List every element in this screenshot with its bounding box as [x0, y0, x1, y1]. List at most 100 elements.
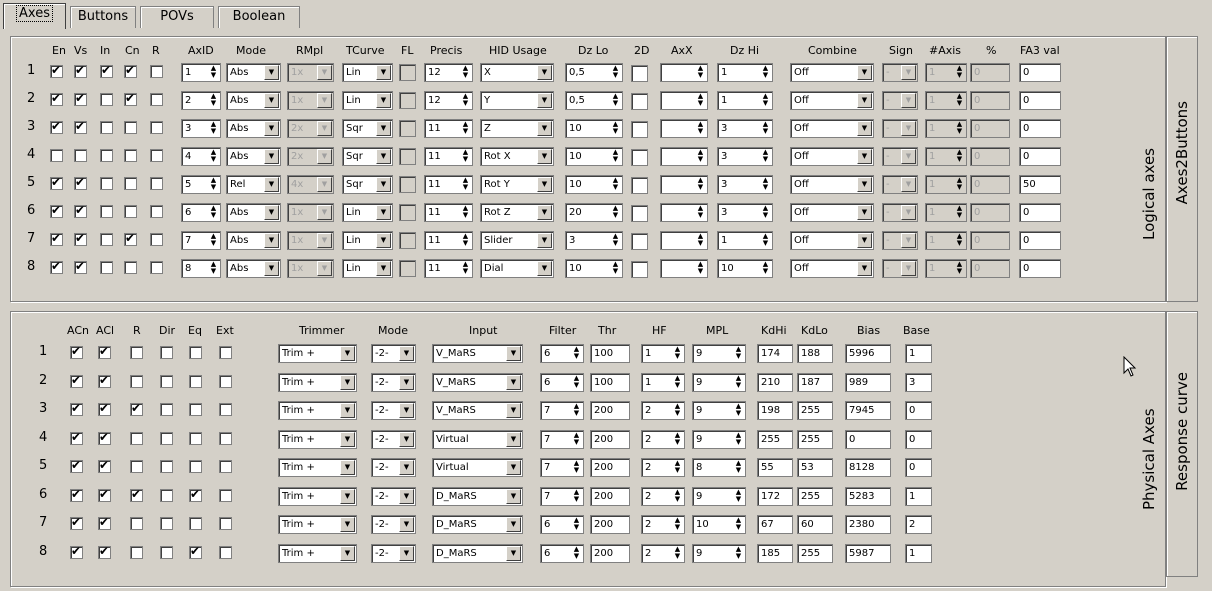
- combine-select[interactable]: Off ▼: [790, 91, 874, 110]
- cn-checkbox[interactable]: [124, 149, 137, 162]
- in-checkbox[interactable]: [100, 149, 113, 162]
- fl-checkbox[interactable]: [399, 64, 416, 81]
- tab-axes[interactable]: Axes: [3, 3, 66, 29]
- spin-arrows-icon[interactable]: ▲ ▼: [571, 431, 582, 447]
- r-checkbox[interactable]: [150, 205, 163, 218]
- spin-arrows-icon[interactable]: ▲ ▼: [760, 261, 771, 276]
- ext-checkbox[interactable]: [219, 431, 232, 445]
- dropdown-arrow-icon[interactable]: ▼: [317, 177, 332, 192]
- dropdown-arrow-icon[interactable]: ▼: [901, 121, 916, 136]
- hf-spinner[interactable]: 2 ▲ ▼: [641, 515, 685, 534]
- en-checkbox[interactable]: [50, 203, 63, 218]
- base-field[interactable]: 0: [905, 429, 932, 449]
- axx-spinner[interactable]: ▲ ▼: [660, 63, 708, 82]
- en-checkbox[interactable]: [50, 231, 63, 246]
- rmpl-select[interactable]: 2x ▼: [287, 119, 334, 138]
- spin-arrows-icon[interactable]: ▲ ▼: [610, 65, 621, 80]
- axid-spinner[interactable]: 5 ▲ ▼: [181, 175, 221, 194]
- spin-arrows-icon[interactable]: ▲ ▼: [733, 517, 744, 532]
- spin-arrows-icon[interactable]: ▲ ▼: [695, 149, 706, 164]
- dropdown-arrow-icon[interactable]: ▼: [340, 460, 355, 475]
- hf-spinner[interactable]: 1 ▲ ▼: [641, 344, 685, 363]
- dropdown-arrow-icon[interactable]: ▼: [317, 65, 332, 80]
- dropdown-arrow-icon[interactable]: ▼: [857, 261, 872, 276]
- mode-select[interactable]: -2- ▼: [371, 429, 416, 449]
- hf-spinner[interactable]: 1 ▲ ▼: [641, 372, 685, 392]
- dropdown-arrow-icon[interactable]: ▼: [399, 460, 414, 475]
- thr-field[interactable]: 200: [590, 458, 630, 477]
- hf-spinner[interactable]: 2 ▲ ▼: [641, 429, 685, 449]
- dz-lo-spinner[interactable]: 10 ▲ ▼: [565, 175, 623, 194]
- trimmer-select[interactable]: Trim + ▼: [278, 401, 357, 420]
- combine-select[interactable]: Off ▼: [790, 175, 874, 194]
- r-checkbox[interactable]: [150, 93, 163, 106]
- acn-checkbox[interactable]: [70, 458, 83, 473]
- axx-spinner[interactable]: ▲ ▼: [660, 175, 708, 194]
- dz-lo-spinner[interactable]: 0,5 ▲ ▼: [565, 63, 623, 82]
- 2d-checkbox[interactable]: [631, 177, 648, 194]
- kdlo-field[interactable]: 187: [797, 372, 833, 392]
- 2d-checkbox[interactable]: [631, 93, 648, 110]
- combine-select[interactable]: Off ▼: [790, 259, 874, 278]
- dropdown-arrow-icon[interactable]: ▼: [506, 431, 521, 447]
- axid-spinner[interactable]: 4 ▲ ▼: [181, 147, 221, 166]
- dir-checkbox[interactable]: [160, 346, 173, 359]
- spin-arrows-icon[interactable]: ▲ ▼: [460, 233, 471, 248]
- spin-arrows-icon[interactable]: ▲ ▼: [733, 431, 744, 447]
- dropdown-arrow-icon[interactable]: ▼: [857, 233, 872, 248]
- input-select[interactable]: D_MaRS ▼: [432, 486, 523, 506]
- dropdown-arrow-icon[interactable]: ▼: [399, 403, 414, 418]
- rmpl-select[interactable]: 1x ▼: [287, 91, 334, 110]
- vs-checkbox[interactable]: [74, 149, 87, 162]
- fl-checkbox[interactable]: [399, 176, 416, 193]
- vs-checkbox[interactable]: [74, 119, 87, 134]
- sign-select[interactable]: - ▼: [882, 203, 918, 222]
- ext-checkbox[interactable]: [219, 460, 232, 473]
- en-checkbox[interactable]: [50, 175, 63, 190]
- r-checkbox[interactable]: [130, 401, 143, 416]
- thr-field[interactable]: 100: [590, 344, 630, 363]
- dropdown-arrow-icon[interactable]: ▼: [399, 346, 414, 361]
- dropdown-arrow-icon[interactable]: ▼: [264, 65, 279, 80]
- kdlo-field[interactable]: 60: [797, 515, 833, 534]
- eq-checkbox[interactable]: [189, 487, 202, 502]
- base-field[interactable]: 1: [905, 344, 932, 363]
- dropdown-arrow-icon[interactable]: ▼: [376, 233, 391, 248]
- mode-select[interactable]: Rel ▼: [226, 175, 281, 194]
- tcurve-select[interactable]: Sqr ▼: [342, 175, 393, 194]
- tcurve-select[interactable]: Lin ▼: [342, 91, 393, 110]
- cn-checkbox[interactable]: [124, 63, 137, 78]
- rmpl-select[interactable]: 4x ▼: [287, 175, 334, 194]
- eq-checkbox[interactable]: [189, 460, 202, 473]
- dropdown-arrow-icon[interactable]: ▼: [506, 488, 521, 504]
- spin-arrows-icon[interactable]: ▲ ▼: [571, 488, 582, 504]
- dropdown-arrow-icon[interactable]: ▼: [901, 65, 916, 80]
- fa3-field[interactable]: 0: [1019, 259, 1061, 278]
- precis-spinner[interactable]: 12 ▲ ▼: [424, 91, 473, 110]
- hid-usage-select[interactable]: Y ▼: [480, 91, 554, 110]
- pct-field[interactable]: 0: [970, 63, 1010, 82]
- dropdown-arrow-icon[interactable]: ▼: [340, 374, 355, 390]
- dz-lo-spinner[interactable]: 0,5 ▲ ▼: [565, 91, 623, 110]
- bias-field[interactable]: 989: [845, 372, 891, 392]
- eq-checkbox[interactable]: [189, 517, 202, 530]
- spin-arrows-icon[interactable]: ▲ ▼: [208, 121, 219, 136]
- spin-arrows-icon[interactable]: ▲ ▼: [672, 545, 683, 561]
- spin-arrows-icon[interactable]: ▲ ▼: [610, 205, 621, 220]
- eq-checkbox[interactable]: [189, 346, 202, 359]
- dz-hi-spinner[interactable]: 1 ▲ ▼: [717, 63, 773, 82]
- spin-arrows-icon[interactable]: ▲ ▼: [760, 233, 771, 248]
- trimmer-select[interactable]: Trim + ▼: [278, 515, 357, 534]
- base-field[interactable]: 2: [905, 515, 932, 534]
- spin-arrows-icon[interactable]: ▲ ▼: [954, 149, 965, 164]
- dropdown-arrow-icon[interactable]: ▼: [317, 233, 332, 248]
- acl-checkbox[interactable]: [98, 430, 111, 445]
- spin-arrows-icon[interactable]: ▲ ▼: [610, 93, 621, 108]
- naxis-spinner[interactable]: 1 ▲ ▼: [925, 231, 967, 250]
- dropdown-arrow-icon[interactable]: ▼: [399, 431, 414, 447]
- filter-spinner[interactable]: 6 ▲ ▼: [540, 515, 584, 534]
- spin-arrows-icon[interactable]: ▲ ▼: [760, 93, 771, 108]
- r-checkbox[interactable]: [150, 177, 163, 190]
- mpl-spinner[interactable]: 9 ▲ ▼: [692, 372, 746, 392]
- spin-arrows-icon[interactable]: ▲ ▼: [672, 431, 683, 447]
